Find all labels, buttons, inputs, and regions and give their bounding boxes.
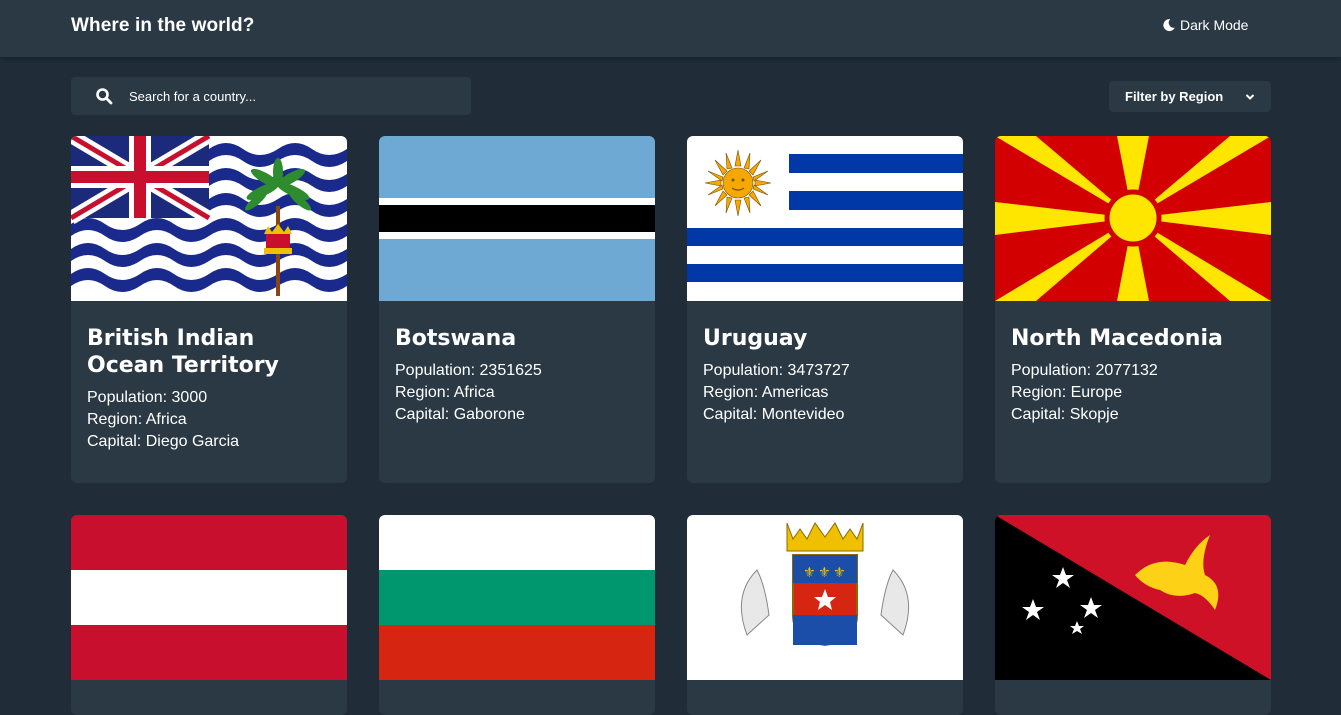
capital-label: Capital:: [87, 433, 142, 450]
flag-botswana: [379, 136, 655, 301]
country-name: Botswana: [395, 326, 517, 351]
population-value: 2351625: [479, 362, 542, 379]
region-row: Region: Americas: [703, 382, 947, 404]
dark-mode-label: Dark Mode: [1180, 17, 1249, 33]
capital-value: Gaborone: [453, 406, 525, 423]
population-row: Population: 2351625: [395, 360, 639, 382]
app-title: Where in the world?: [71, 15, 255, 36]
region-label: Region:: [1011, 384, 1067, 401]
chevron-down-icon: [1245, 89, 1255, 104]
population-value: 3000: [171, 389, 208, 406]
population-row: Population: 3000: [87, 387, 331, 409]
country-card[interactable]: [379, 515, 655, 715]
flag-bulgaria: [379, 515, 655, 680]
region-label: Region:: [395, 384, 451, 401]
dark-mode-toggle[interactable]: Dark Mode: [1162, 17, 1248, 33]
country-card[interactable]: [995, 515, 1271, 715]
capital-label: Capital:: [1011, 406, 1066, 423]
capital-value: Montevideo: [761, 406, 845, 423]
capital-value: Skopje: [1069, 406, 1119, 423]
capital-row: Capital: Diego Garcia: [87, 431, 331, 453]
country-card[interactable]: Botswana Population: 2351625 Region: Afr…: [379, 136, 655, 483]
country-card[interactable]: British Indian Ocean Territory Populatio…: [71, 136, 347, 483]
country-card[interactable]: [71, 515, 347, 715]
population-label: Population:: [703, 362, 784, 379]
capital-label: Capital:: [395, 406, 450, 423]
region-value: Africa: [145, 411, 187, 428]
population-label: Population:: [87, 389, 168, 406]
svg-text:⚜: ⚜: [803, 565, 816, 581]
region-filter-dropdown[interactable]: Filter by Region: [1109, 81, 1271, 112]
country-name: British Indian Ocean Territory: [87, 326, 279, 378]
country-name: Uruguay: [703, 326, 808, 351]
region-row: Region: Africa: [87, 409, 331, 431]
region-value: Europe: [1070, 384, 1123, 401]
country-card[interactable]: Uruguay Population: 3473727 Region: Amer…: [687, 136, 963, 483]
population-row: Population: 2077132: [1011, 360, 1255, 382]
moon-icon: [1162, 18, 1176, 32]
population-value: 3473727: [787, 362, 850, 379]
flag-uruguay: [687, 136, 963, 301]
search-icon: [95, 87, 113, 105]
region-value: Americas: [761, 384, 829, 401]
flag-papua-new-guinea: [995, 515, 1271, 680]
capital-row: Capital: Gaborone: [395, 404, 639, 426]
population-label: Population:: [1011, 362, 1092, 379]
search-input[interactable]: [127, 87, 431, 105]
region-label: Region:: [703, 384, 759, 401]
country-name: North Macedonia: [1011, 326, 1223, 351]
region-filter-label: Filter by Region: [1125, 89, 1224, 104]
capital-row: Capital: Skopje: [1011, 404, 1255, 426]
flag-north-macedonia: [995, 136, 1271, 301]
search-bar: [71, 77, 471, 115]
country-card[interactable]: ⚜ ⚜ ⚜: [687, 515, 963, 715]
svg-text:⚜: ⚜: [833, 565, 846, 581]
flag-british-indian-ocean-territory: [71, 136, 347, 301]
population-label: Population:: [395, 362, 476, 379]
flag-austria: [71, 515, 347, 680]
app-header: Where in the world? Dark Mode: [0, 0, 1341, 57]
country-card[interactable]: North Macedonia Population: 2077132 Regi…: [995, 136, 1271, 483]
population-value: 2077132: [1095, 362, 1158, 379]
population-row: Population: 3473727: [703, 360, 947, 382]
region-value: Africa: [453, 384, 495, 401]
region-label: Region:: [87, 411, 143, 428]
svg-text:⚜: ⚜: [818, 565, 831, 581]
region-row: Region: Europe: [1011, 382, 1255, 404]
capital-row: Capital: Montevideo: [703, 404, 947, 426]
capital-label: Capital:: [703, 406, 758, 423]
capital-value: Diego Garcia: [145, 433, 240, 450]
flag-saint-barthelemy: ⚜ ⚜ ⚜: [687, 515, 963, 680]
region-row: Region: Africa: [395, 382, 639, 404]
